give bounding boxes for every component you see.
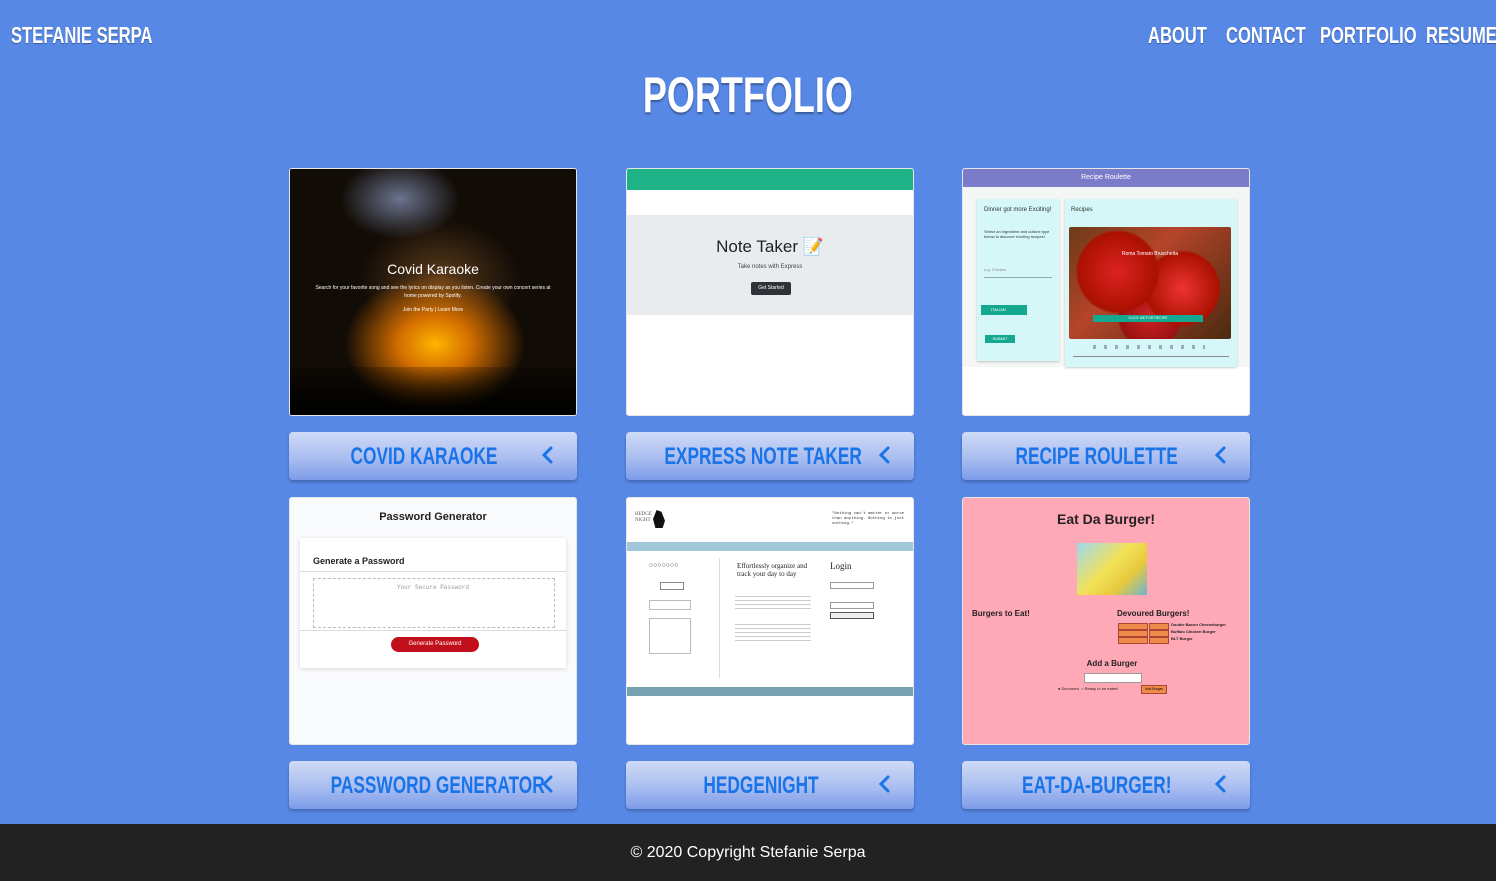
thumb-recipes-title: Recipes <box>1071 207 1093 213</box>
thumb-get-started-button: Get Started <box>751 282 791 295</box>
thumb-generate-button: Generate Password <box>391 637 479 652</box>
thumb-recipe-button: CLICK ME FOR RECIPE <box>1093 315 1203 322</box>
project-button-express-note-taker[interactable]: EXPRESS NOTE TAKER <box>626 432 914 480</box>
thumb-burger-item: Buffalo Chicken Burger <box>1171 629 1216 634</box>
project-thumbnail-covid-karaoke[interactable]: Covid Karaoke Search for your favorite s… <box>289 168 577 416</box>
project-thumbnail-recipe-roulette[interactable]: Recipe Roulette Dinner got more Exciting… <box>962 168 1250 416</box>
nav-link-about[interactable]: ABOUT <box>1148 22 1230 49</box>
thumb-burger-item: Double Bacon Cheeseburger <box>1171 622 1226 627</box>
main-nav: ABOUT CONTACT PORTFOLIO RESUME <box>0 22 1496 54</box>
thumb-title: Note Taker 📝 <box>716 237 824 256</box>
project-button-recipe-roulette[interactable]: RECIPE ROULETTE <box>962 432 1250 480</box>
chevron-left-icon <box>541 446 553 464</box>
thumb-password-field: Your Secure Password <box>396 584 469 591</box>
project-button-hedgenight[interactable]: HEDGENIGHT <box>626 761 914 809</box>
thumb-ingredient-input: e.g. Chicken <box>984 267 1052 278</box>
thumb-add-button: Add Burger <box>1141 685 1167 694</box>
chevron-left-icon <box>878 775 890 793</box>
thumb-card-title: Generate a Password <box>313 556 405 566</box>
project-thumbnail-password-generator[interactable]: Password Generator Generate a Password Y… <box>289 497 577 745</box>
project-thumbnail-eat-da-burger[interactable]: Eat Da Burger! Burgers to Eat! Devoured … <box>962 497 1250 745</box>
thumb-submit-button: SUBMIT <box>985 335 1015 343</box>
thumb-burger-item: BLT Burger <box>1171 636 1193 641</box>
thumb-left-title: Dinner got more Exciting! <box>984 207 1052 213</box>
thumb-image-caption: Roma Tomato Bruschetta <box>1121 251 1179 257</box>
thumb-quote: "Nothing can't matter or worse than anyt… <box>832 512 905 526</box>
thumb-title: Eat Da Burger! <box>1056 511 1156 527</box>
thumb-subtitle: Take notes with Express <box>737 264 803 270</box>
project-button-covid-karaoke[interactable]: COVID KARAOKE <box>289 432 577 480</box>
thumb-title: Covid Karaoke <box>387 261 479 277</box>
thumb-login-title: Login <box>830 561 852 571</box>
thumb-left-text: Select an ingredient and cuisine type be… <box>984 229 1050 239</box>
thumb-header: Recipe Roulette <box>963 169 1249 187</box>
project-button-password-generator[interactable]: PASSWORD GENERATOR <box>289 761 577 809</box>
project-thumbnail-hedgenight[interactable]: HEDGE NIGHT "Nothing can't matter or wor… <box>626 497 914 745</box>
copyright-text: © 2020 Copyright Stefanie Serpa <box>630 844 866 861</box>
thumb-links: Join the Party | Learn More <box>402 307 464 313</box>
project-thumbnail-note-taker[interactable]: Note Taker 📝 Take notes with Express Get… <box>626 168 914 416</box>
thumb-title: Password Generator <box>379 511 487 523</box>
thumb-left-title: Burgers to Eat! <box>972 609 1030 618</box>
footer: © 2020 Copyright Stefanie Serpa <box>0 824 1496 881</box>
chevron-left-icon <box>1214 775 1226 793</box>
thumb-add-title: Add a Burger <box>1086 659 1138 668</box>
thumb-cuisine-select: ITALIAN <box>981 305 1027 315</box>
chevron-left-icon <box>541 775 553 793</box>
thumb-right-title: Devoured Burgers! <box>1117 609 1190 618</box>
thumb-text: Search for your favorite song and see th… <box>315 285 551 299</box>
chevron-left-icon <box>1214 446 1226 464</box>
spongebob-image <box>1077 543 1147 595</box>
nav-link-resume[interactable]: RESUME <box>1426 22 1496 49</box>
project-button-eat-da-burger[interactable]: EAT-DA-BURGER! <box>962 761 1250 809</box>
chevron-left-icon <box>878 446 890 464</box>
page-title: PORTFOLIO <box>643 67 853 123</box>
thumb-headline: Effortlessly organize and track your day… <box>737 562 808 578</box>
